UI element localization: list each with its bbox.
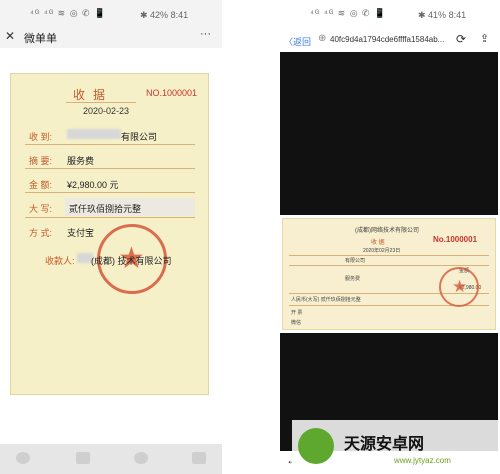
uppercase-line: 人民币(大写) 贰仟玖佰捌拾元整	[291, 297, 361, 303]
browser-nav: 〈返回 ⊕ 40fc9d4a1794cde6ffffa1584ab... ⟳ ⇪	[278, 30, 500, 50]
receipt-date: 2020年02月23日	[363, 248, 401, 254]
line-summary: 服务费	[345, 276, 361, 282]
page-title: 微单单	[24, 33, 57, 45]
globe-icon: ⊕	[318, 33, 327, 44]
star-icon: ★	[452, 277, 468, 296]
status-icons: ⁴ᴳ ⁴ᴳ ≋ ◎ ✆ 📱	[310, 8, 387, 18]
line-received: 有限公司	[345, 258, 366, 264]
divider	[66, 102, 136, 103]
right-phone-screen: ⁴ᴳ ⁴ᴳ ≋ ◎ ✆ 📱 ✱ 41% 8:41 〈返回 ⊕ 40fc9d4a1…	[278, 0, 500, 474]
payment-method: 微信	[291, 320, 302, 326]
seal-stamp: ★	[439, 267, 479, 307]
watermark: 天源安卓网 www.jytyaz.com	[292, 420, 500, 474]
retweet-icon[interactable]	[192, 452, 206, 464]
receipt-title: 收据	[73, 88, 114, 102]
receipt: 收据 NO.1000001 2020-02-23 收 到: 有限公司 摘 要: …	[10, 73, 209, 395]
close-icon[interactable]: ✕	[5, 29, 15, 43]
android-logo-icon	[298, 428, 334, 464]
field-value-uppercase: 贰仟玖佰捌拾元整	[69, 204, 142, 214]
divider	[289, 265, 489, 266]
field-label-summary: 摘 要:	[29, 156, 53, 166]
divider	[25, 168, 195, 169]
redacted-box	[67, 129, 121, 139]
field-label-received: 收 到:	[29, 132, 53, 142]
status-time: 8:41	[448, 10, 467, 20]
divider	[25, 217, 195, 218]
receipt-number: NO.1000001	[146, 88, 198, 98]
divider	[25, 144, 195, 145]
field-label-uppercase: 大 写:	[29, 204, 53, 214]
left-phone-screen: ⁴ᴳ ⁴ᴳ ≋ ◎ ✆ 📱 ✱ 42% 8:41 ✕ 微单单 ··· 收据 NO…	[0, 0, 222, 474]
watermark-url: www.jytyaz.com	[394, 456, 451, 465]
image-viewer-backdrop	[280, 52, 498, 215]
watermark-title: 天源安卓网	[344, 436, 425, 453]
field-value-method: 支付宝	[67, 228, 95, 238]
receipt-title: 收 据	[371, 240, 385, 246]
mail-icon[interactable]	[76, 452, 90, 464]
status-icons: ⁴ᴳ ⁴ᴳ ≋ ◎ ✆ 📱	[30, 8, 107, 18]
field-value-received: 有限公司	[121, 132, 158, 142]
field-label-amount: 金 额:	[29, 180, 53, 190]
url-bar[interactable]: 40fc9d4a1794cde6ffffa1584ab...	[330, 35, 455, 44]
payee-value: (成都) 技术有限公司	[91, 256, 172, 266]
field-value-amount: ¥2,980.00 元	[67, 180, 119, 190]
company-name: (成都)网络技术有限公司	[355, 228, 419, 234]
status-bar: ⁴ᴳ ⁴ᴳ ≋ ◎ ✆ 📱 ✱ 41% 8:41	[278, 0, 500, 26]
divider	[25, 192, 195, 193]
reload-icon[interactable]: ⟳	[456, 32, 466, 46]
back-button[interactable]: 〈返回	[284, 35, 311, 48]
status-battery: ✱ 41% 8:41	[418, 10, 467, 20]
status-bar: ⁴ᴳ ⁴ᴳ ≋ ◎ ✆ 📱 ✱ 42% 8:41	[0, 0, 222, 26]
field-value-summary: 服务费	[67, 156, 95, 166]
payee-label: 收款人:	[45, 256, 75, 266]
receipt-image: (成都)网络技术有限公司 收 据 No.1000001 2020年02月23日 …	[282, 218, 496, 330]
divider	[289, 255, 489, 256]
top-nav: ✕ 微单单 ···	[0, 26, 222, 46]
receipt-date: 2020-02-23	[83, 106, 130, 116]
share-icon[interactable]: ⇪	[480, 32, 489, 45]
field-label-method: 方 式:	[29, 228, 53, 238]
comment-icon[interactable]	[16, 452, 30, 464]
row-label: 开 票	[291, 310, 303, 316]
wechat-icon[interactable]	[134, 452, 148, 464]
receipt-number: No.1000001	[433, 235, 478, 244]
more-icon[interactable]: ···	[200, 28, 211, 40]
bottom-action-bar	[0, 444, 222, 474]
status-battery: ✱ 42% 8:41	[140, 10, 189, 20]
status-time: 8:41	[170, 10, 189, 20]
